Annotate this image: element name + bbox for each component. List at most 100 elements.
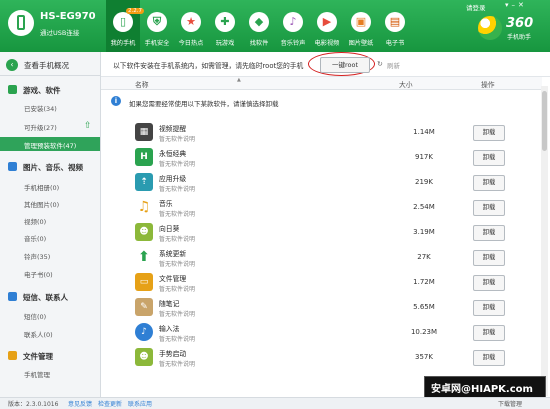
table-row[interactable]: ☻ 手势启动 暂无软件说明 357K 卸载: [101, 345, 542, 370]
app-desc: 暂无软件说明: [159, 311, 196, 318]
header-name[interactable]: 名称: [135, 79, 149, 89]
uninstall-button[interactable]: 卸载: [473, 175, 505, 191]
sidebar-item-label: 铃声(35): [24, 253, 51, 261]
music-icon: ♪: [283, 12, 303, 32]
sidebar-item-label: 短信(0): [24, 313, 47, 321]
app-name: 随笔记: [159, 300, 180, 308]
sidebar-item-label: 视频(0): [24, 218, 47, 226]
sidebar-item-label: 可升级(27): [24, 124, 57, 132]
app-desc: 暂无软件说明: [159, 211, 196, 218]
table-row[interactable]: H 永恒经典 暂无软件说明 917K 卸载: [101, 145, 542, 170]
nav-wallpapers[interactable]: ▣ 图片壁纸: [344, 0, 378, 52]
download-manager[interactable]: 下载管理: [498, 399, 522, 408]
header-action: 操作: [481, 81, 495, 89]
message-icon: [8, 292, 17, 301]
section-files[interactable]: 文件管理: [0, 348, 100, 363]
app-name: 音乐: [159, 200, 173, 208]
sidebar-item-contacts[interactable]: 联系人(0): [0, 326, 100, 340]
app-desc: 暂无软件说明: [159, 186, 196, 193]
nav-label: 找软件: [249, 40, 269, 47]
back-to-overview[interactable]: ‹ 查看手机概况: [0, 55, 100, 76]
uninstall-button[interactable]: 卸载: [473, 125, 505, 141]
logo-subtext: 手机助手: [507, 34, 532, 41]
section-games-software[interactable]: 游戏、软件: [0, 82, 100, 97]
sidebar-item-videos[interactable]: 视频(0): [0, 213, 100, 227]
nav-phone-security[interactable]: ⛨ 手机安全: [140, 0, 174, 52]
nav-label: 玩游戏: [215, 40, 235, 47]
close-icon[interactable]: ✕: [518, 1, 527, 9]
check-update-link[interactable]: 检查更新: [98, 399, 122, 408]
sidebar-item-other-images[interactable]: 其他图片(0): [0, 196, 100, 210]
login-link[interactable]: 请登录: [466, 2, 486, 12]
upgrade-arrow-icon: ⇧: [84, 121, 92, 131]
app-desc: 暂无软件说明: [159, 286, 196, 293]
nav-games[interactable]: ✚ 玩游戏: [208, 0, 242, 52]
bag-icon: ◆: [249, 12, 269, 32]
one-click-root-button[interactable]: 一键root: [320, 57, 370, 73]
classic-icon: H: [135, 148, 153, 166]
sort-caret-icon[interactable]: ▲: [237, 77, 241, 83]
uninstall-button[interactable]: 卸载: [473, 275, 505, 291]
sidebar-item-label: 电子书(0): [24, 271, 53, 279]
nav-my-phone[interactable]: ▯ 2.2.7 我的手机: [106, 0, 144, 52]
table-row[interactable]: ▦ 视频提醒 暂无软件说明 1.14M 卸载: [101, 120, 542, 145]
picture-icon: ▣: [351, 12, 371, 32]
sidebar-item-sms[interactable]: 短信(0): [0, 308, 100, 322]
app-size: 3.19M: [413, 228, 435, 236]
uninstall-button[interactable]: 卸载: [473, 300, 505, 316]
table-row[interactable]: ♪ 输入法 暂无软件说明 10.23M 卸载: [101, 320, 542, 345]
nav-hot-today[interactable]: ★ 今日热点: [174, 0, 208, 52]
uninstall-button[interactable]: 卸载: [473, 325, 505, 341]
table-row[interactable]: ⬆ 系统更新 暂无软件说明 27K 卸载: [101, 245, 542, 270]
app-upgrade-icon: ⇡: [135, 173, 153, 191]
app-desc: 暂无软件说明: [159, 136, 196, 143]
uninstall-button[interactable]: 卸载: [473, 150, 505, 166]
section-title: 图片、音乐、视频: [23, 163, 83, 172]
sidebar-item-installed[interactable]: 已安装(34): [0, 100, 100, 114]
app-size: 5.65M: [413, 303, 435, 311]
scroll-thumb[interactable]: [542, 91, 547, 151]
main-nav: ▯ 2.2.7 我的手机 ⛨ 手机安全 ★ 今日热点 ✚ 玩游戏 ◆ 找软件 ♪…: [106, 0, 412, 52]
table-row[interactable]: ☻ 向日葵 暂无软件说明 3.19M 卸载: [101, 220, 542, 245]
section-title: 游戏、软件: [23, 86, 61, 95]
section-media[interactable]: 图片、音乐、视频: [0, 159, 100, 174]
nav-ebooks[interactable]: ▤ 电子书: [378, 0, 412, 52]
app-size: 27K: [417, 253, 431, 261]
logo: 360 手机助手: [478, 16, 546, 42]
table-row[interactable]: ✎ 随笔记 暂无软件说明 5.65M 卸载: [101, 295, 542, 320]
sidebar-item-ringtones[interactable]: 铃声(35): [0, 248, 100, 262]
nav-music[interactable]: ♪ 音乐铃声: [276, 0, 310, 52]
video-reminder-icon: ▦: [135, 123, 153, 141]
table-row[interactable]: ▭ 文件管理 暂无软件说明 1.72M 卸载: [101, 270, 542, 295]
contact-link[interactable]: 联系应用: [128, 399, 152, 408]
refresh-icon[interactable]: ↻: [377, 60, 383, 68]
sidebar-item-preinstalled[interactable]: 管理预装软件(47): [0, 137, 100, 151]
scrollbar[interactable]: [541, 86, 548, 396]
nav-software[interactable]: ◆ 找软件: [242, 0, 276, 52]
section-sms-contacts[interactable]: 短信、联系人: [0, 289, 100, 304]
main-panel: 以下软件安装在手机系统内，如需管理，请先临时root您的手机 一键root ↻ …: [101, 52, 550, 397]
sidebar-item-phone-manage[interactable]: 手机管理: [0, 366, 100, 380]
uninstall-button[interactable]: 卸载: [473, 350, 505, 366]
sidebar-item-label: 音乐(0): [24, 235, 47, 243]
sidebar-item-ebooks[interactable]: 电子书(0): [0, 266, 100, 280]
sidebar-item-album[interactable]: 手机相册(0): [0, 179, 100, 193]
app-size: 1.14M: [413, 128, 435, 136]
sidebar-item-music[interactable]: 音乐(0): [0, 230, 100, 244]
gesture-launch-icon: ☻: [135, 348, 153, 366]
table-row[interactable]: ♫ 音乐 暂无软件说明 2.54M 卸载: [101, 195, 542, 220]
nav-videos[interactable]: ▶ 电影视频: [310, 0, 344, 52]
book-icon: ▤: [385, 12, 405, 32]
table-row[interactable]: ⇡ 应用升级 暂无软件说明 219K 卸载: [101, 170, 542, 195]
feedback-link[interactable]: 意见反馈: [68, 399, 92, 408]
uninstall-button[interactable]: 卸载: [473, 200, 505, 216]
app-size: 2.54M: [413, 203, 435, 211]
app-size: 357K: [415, 353, 433, 361]
device-connection: 通过USB连接: [40, 29, 80, 37]
refresh-button[interactable]: 刷新: [387, 60, 400, 70]
sidebar-item-label: 管理预装软件(47): [24, 142, 77, 150]
uninstall-button[interactable]: 卸载: [473, 250, 505, 266]
uninstall-button[interactable]: 卸载: [473, 225, 505, 241]
header-size[interactable]: 大小: [399, 79, 413, 89]
sidebar-item-upgradable[interactable]: 可升级(27) ⇧: [0, 119, 100, 133]
